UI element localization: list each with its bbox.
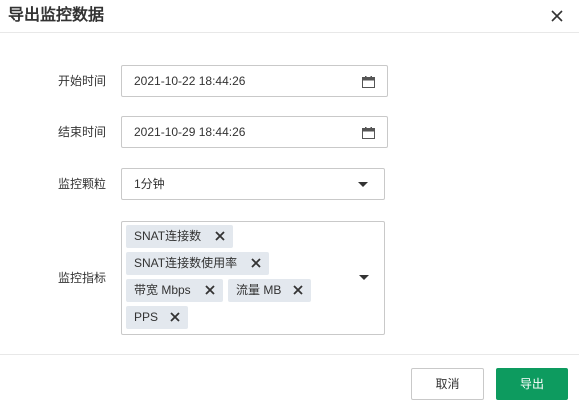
- metric-tag-label: 带宽 Mbps: [134, 283, 191, 297]
- chevron-down-icon[interactable]: [359, 275, 369, 280]
- metric-tag: 带宽 Mbps: [126, 279, 223, 302]
- metric-tag: PPS: [126, 306, 188, 329]
- footer-divider: [0, 354, 579, 355]
- metrics-multiselect[interactable]: SNAT连接数 SNAT连接数使用率 带宽 Mbps 流量 MB PPS: [121, 221, 385, 335]
- metric-tag: 流量 MB: [228, 279, 311, 302]
- export-button[interactable]: 导出: [496, 368, 568, 400]
- metric-tag: SNAT连接数使用率: [126, 252, 269, 275]
- end-time-label: 结束时间: [57, 125, 106, 139]
- remove-tag-icon[interactable]: [215, 231, 225, 241]
- granularity-select[interactable]: 1分钟: [121, 168, 385, 200]
- metric-tag: SNAT连接数: [126, 225, 233, 248]
- granularity-value: 1分钟: [134, 177, 165, 191]
- dialog-title: 导出监控数据: [8, 7, 105, 24]
- start-time-input[interactable]: 2021-10-22 18:44:26: [121, 65, 388, 97]
- metrics-label: 监控指标: [57, 271, 106, 285]
- calendar-icon[interactable]: [362, 75, 375, 88]
- metric-tag-label: SNAT连接数: [134, 229, 202, 243]
- cancel-button[interactable]: 取消: [411, 368, 484, 400]
- dialog-header: 导出监控数据: [0, 0, 579, 32]
- start-time-value: 2021-10-22 18:44:26: [134, 74, 246, 88]
- end-time-input[interactable]: 2021-10-29 18:44:26: [121, 116, 388, 148]
- header-divider: [0, 32, 579, 33]
- metric-tag-label: SNAT连接数使用率: [134, 256, 238, 270]
- close-icon[interactable]: [549, 8, 565, 24]
- start-time-label: 开始时间: [57, 74, 106, 88]
- granularity-label: 监控颗粒: [57, 177, 106, 191]
- end-time-value: 2021-10-29 18:44:26: [134, 125, 246, 139]
- calendar-icon[interactable]: [362, 126, 375, 139]
- remove-tag-icon[interactable]: [205, 285, 215, 295]
- metric-tag-label: 流量 MB: [236, 283, 282, 297]
- chevron-down-icon: [358, 182, 368, 187]
- export-monitoring-dialog: 导出监控数据 开始时间 2021-10-22 18:44:26 结束时间 202…: [0, 0, 579, 407]
- remove-tag-icon[interactable]: [251, 258, 261, 268]
- remove-tag-icon[interactable]: [293, 285, 303, 295]
- remove-tag-icon[interactable]: [170, 312, 180, 322]
- metric-tag-label: PPS: [134, 310, 159, 324]
